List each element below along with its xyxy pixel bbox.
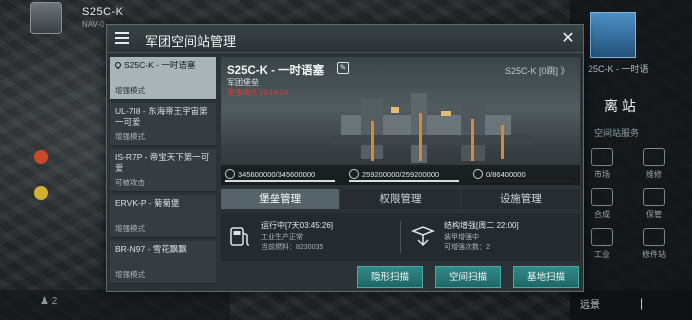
armor-icon (349, 169, 359, 179)
map-marker-icon[interactable] (34, 150, 48, 164)
reinforce-status: 结构增强[周二 22:00] 装甲增强中 可增强次数：2 (404, 219, 580, 255)
station-location-link[interactable]: S25C-K [0跳] 》 (505, 64, 570, 77)
dialog-header: 军团空间站管理 ✕ (107, 25, 583, 53)
station-mode: 增强模式 23:19:24 (227, 88, 289, 97)
game-screen: S25C-K NAV-0 ♟ 2 25C-K - 一时语 ››› 离 站 空间站… (0, 0, 692, 320)
shield-icon (225, 169, 235, 179)
armor-bar-fill (349, 180, 459, 182)
tab-facility-management[interactable]: 设施管理 (461, 189, 580, 209)
hull-stat: 0/86400000 (473, 169, 526, 179)
station-stats: 345600000/345600000 259200000/259200000 … (221, 165, 580, 185)
edit-icon[interactable]: ✎ (337, 62, 349, 74)
station-portrait-label: 25C-K - 一时语 (588, 64, 649, 74)
service-fitting[interactable]: 修件站 (634, 228, 674, 260)
station-list-item[interactable]: S25C-K - 一时语塞 增强模式 (110, 57, 216, 100)
side-panel-bottom-label[interactable]: 远景 (580, 296, 600, 311)
player-sub: NAV-0 (82, 20, 105, 29)
station-tabs: 堡垒管理 权限管理 设施管理 (221, 189, 580, 209)
corp-station-dialog: 军团空间站管理 ✕ S25C-K - 一时语塞 增强模式 UL-7I8 - 东海… (106, 24, 584, 292)
shield-bar (225, 180, 335, 182)
station-list-item[interactable]: IS-R7P - 帝宝天下第一可爱 可被攻击 (110, 149, 216, 192)
hull-bar (473, 180, 573, 182)
tab-permission-management[interactable]: 权限管理 (341, 189, 460, 209)
station-detail: S25C-K - 一时语塞 ✎ 军团堡垒 增强模式 23:19:24 S25C-… (221, 57, 580, 290)
map-marker-icon[interactable] (34, 186, 48, 200)
service-craft[interactable]: 合成 (582, 188, 622, 220)
player-avatar[interactable] (30, 2, 62, 34)
armor-bar (349, 180, 459, 182)
side-panel-bottom-separator: | (640, 296, 644, 310)
close-button[interactable]: ✕ (559, 30, 577, 48)
craft-icon (591, 188, 613, 206)
station-list-item[interactable]: ERVK-P - 菊菊堡 增强模式 (110, 195, 216, 238)
station-service-label: 空间站服务 (594, 128, 640, 138)
dialog-title: 军团空间站管理 (145, 34, 237, 49)
armor-stat: 259200000/259200000 (349, 169, 439, 179)
hull-icon (473, 169, 483, 179)
service-market[interactable]: 市场 (582, 148, 622, 180)
location-pin-icon (113, 60, 123, 70)
reinforce-icon (410, 226, 436, 247)
info-divider (400, 221, 401, 253)
tab-fortress-management[interactable]: 堡垒管理 (221, 189, 340, 209)
status-info-area: 运行中[7天03:45:26] 工业生产正常 当前燃料：8230035 结构增强… (221, 213, 580, 261)
shield-stat: 345600000/345600000 (225, 169, 315, 179)
menu-icon[interactable] (115, 32, 129, 44)
service-repair[interactable]: 维修 (634, 148, 674, 180)
service-storage[interactable]: 保管 (634, 188, 674, 220)
station-hero-image: S25C-K - 一时语塞 ✎ 军团堡垒 增强模式 23:19:24 S25C-… (221, 57, 580, 185)
base-scan-button[interactable]: 基地扫描 (513, 266, 579, 288)
service-industry[interactable]: 工业 (582, 228, 622, 260)
fuel-pump-icon (230, 227, 250, 246)
leave-station-button[interactable]: ››› 离 站 (576, 92, 686, 120)
station-structure-image (331, 93, 531, 163)
player-name: S25C-K (82, 6, 124, 18)
storage-icon (643, 188, 665, 206)
bottom-left-info: ♟ 2 (40, 296, 58, 307)
wrench-icon (643, 228, 665, 246)
station-name: S25C-K - 一时语塞 (227, 65, 325, 77)
space-scan-button[interactable]: 空间扫描 (435, 266, 501, 288)
station-list-item[interactable]: BR-N97 - 雪花飘飘 增强模式 (110, 241, 216, 284)
station-portrait[interactable] (590, 12, 636, 58)
station-side-panel: 25C-K - 一时语 ››› 离 站 空间站服务 市场 维修 合成 保管 工业… (570, 0, 692, 320)
leave-station-label: 离 站 (604, 98, 636, 114)
station-list-item[interactable]: UL-7I8 - 东海帝王宇宙第一可爱 增强模式 (110, 103, 216, 146)
market-icon (591, 148, 613, 166)
scan-actions: 隐形扫描 空间扫描 基地扫描 (221, 266, 580, 288)
operation-status: 运行中[7天03:45:26] 工业生产正常 当前燃料：8230035 (221, 219, 397, 255)
station-list: S25C-K - 一时语塞 增强模式 UL-7I8 - 东海帝王宇宙第一可爱 增… (110, 57, 216, 290)
stealth-scan-button[interactable]: 隐形扫描 (357, 266, 423, 288)
repair-icon (643, 148, 665, 166)
industry-icon (591, 228, 613, 246)
bottom-bar (0, 290, 230, 320)
shield-bar-fill (225, 180, 335, 182)
